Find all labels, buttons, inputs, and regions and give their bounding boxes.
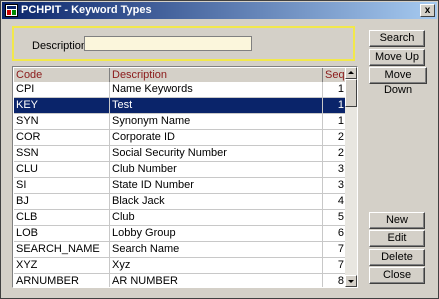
cell-code: CPI [14,82,110,97]
cell-code: CLU [14,162,110,177]
cell-seq: 1 [337,99,344,111]
new-button-label: New [385,214,408,226]
cell-seq: 1 [337,83,344,95]
close-button[interactable]: Close [369,267,425,284]
move-up-button[interactable]: Move Up [369,49,425,66]
cell-code: XYZ [14,258,110,273]
cell-description: Club [110,210,323,225]
delete-button[interactable]: Delete [369,249,425,266]
cell-seq: 7 [337,259,344,271]
cell-seq: 2 [337,131,344,143]
table-row[interactable]: ARNUMBER AR NUMBER 8 [14,274,346,287]
column-header-seq[interactable]: Seq. [323,68,348,82]
search-panel: Description [12,26,355,61]
table-row[interactable]: SEARCH_NAME Search Name 7 [14,242,346,258]
cell-code: SYN [14,114,110,129]
description-search-input[interactable] [84,36,252,51]
cell-description: Xyz [110,258,323,273]
cell-code: SSN [14,146,110,161]
cell-description: Club Number [110,162,323,177]
table-row[interactable]: LOB Lobby Group 6 [14,226,346,242]
description-label: Description [32,40,88,52]
cell-description: Test [110,98,323,113]
cell-description: AR NUMBER [110,274,323,287]
search-button-label: Search [379,32,415,44]
scroll-down-button[interactable] [345,275,357,287]
keyword-types-table: Code Description Seq. CPI Name Keywords 1 K… [12,66,358,288]
cell-code: SI [14,178,110,193]
move-down-button-label: Move Down [383,69,413,96]
vertical-scrollbar[interactable] [345,67,357,287]
cell-seq: 2 [337,147,344,159]
table-row[interactable]: SI State ID Number 3 [14,178,346,194]
table-row[interactable]: XYZ Xyz 7 [14,258,346,274]
app-window-icon [5,4,18,17]
cell-seq: 5 [337,211,344,223]
edit-button-label: Edit [387,232,407,244]
cell-seq: 1 [337,115,344,127]
scroll-up-button[interactable] [345,67,357,79]
cell-description: Name Keywords [110,82,323,97]
cell-seq: 4 [337,195,344,207]
cell-seq: 6 [337,227,344,239]
table-row[interactable]: CLU Club Number 3 [14,162,346,178]
cell-code: COR [14,130,110,145]
cell-description: Black Jack [110,194,323,209]
close-window-button[interactable]: x [420,4,435,17]
column-header-code[interactable]: Code [14,68,110,82]
table-row[interactable]: CPI Name Keywords 1 [14,82,346,98]
cell-seq: 3 [337,163,344,175]
cell-description: Synonym Name [110,114,323,129]
close-icon: x [424,5,431,16]
arrow-down-icon [348,280,354,283]
edit-button[interactable]: Edit [369,230,425,247]
cell-description: Corporate ID [110,130,323,145]
delete-button-label: Delete [381,251,413,263]
cell-description: Social Security Number [110,146,323,161]
table-row[interactable]: SSN Social Security Number 2 [14,146,346,162]
table-row[interactable]: KEY Test 1 [14,98,346,114]
column-header-description[interactable]: Description [110,68,323,82]
cell-seq: 3 [337,179,344,191]
table-row[interactable]: BJ Black Jack 4 [14,194,346,210]
search-button[interactable]: Search [369,30,425,47]
cell-code: SEARCH_NAME [14,242,110,257]
cell-code: ARNUMBER [14,274,110,287]
window-title: PCHPIT - Keyword Types [21,4,152,16]
cell-code: KEY [14,98,110,113]
close-button-label: Close [382,269,412,281]
new-button[interactable]: New [369,212,425,229]
cell-seq: 8 [337,275,344,287]
scrollbar-thumb[interactable] [345,79,357,107]
arrow-up-icon [348,71,354,74]
cell-description: Search Name [110,242,323,257]
keyword-types-window: PCHPIT - Keyword Types x Description Sea… [0,0,439,299]
cell-code: LOB [14,226,110,241]
cell-seq: 7 [337,243,344,255]
cell-description: Lobby Group [110,226,323,241]
table-row[interactable]: CLB Club 5 [14,210,346,226]
cell-description: State ID Number [110,178,323,193]
move-down-button[interactable]: Move Down [369,67,427,96]
table-row[interactable]: COR Corporate ID 2 [14,130,346,146]
cell-code: BJ [14,194,110,209]
table-body: CPI Name Keywords 1 KEY Test 1 SYN Synonym Name… [14,82,346,287]
cell-code: CLB [14,210,110,225]
table-row[interactable]: SYN Synonym Name 1 [14,114,346,130]
move-up-button-label: Move Up [374,51,420,63]
table-header: Code Description Seq. [14,68,348,82]
title-bar[interactable]: PCHPIT - Keyword Types x [2,2,437,19]
